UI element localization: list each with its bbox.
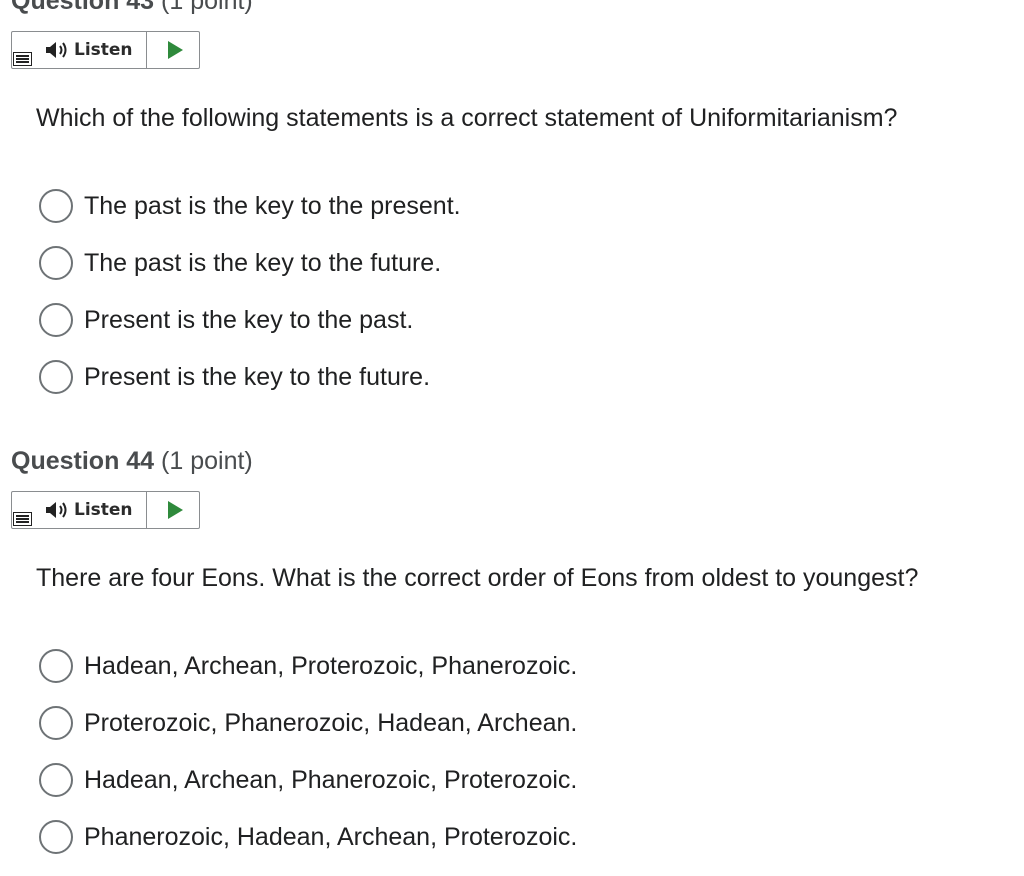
radio-button[interactable] (39, 763, 73, 797)
answer-option[interactable]: Present is the key to the past. (39, 302, 739, 359)
play-button[interactable] (146, 492, 200, 528)
radio-button[interactable] (39, 189, 73, 223)
answer-options: The past is the key to the present. The … (39, 188, 739, 416)
answer-option[interactable]: Proterozoic, Phanerozoic, Hadean, Archea… (39, 705, 739, 762)
question-number: Question 44 (11, 447, 155, 475)
answer-option-label[interactable]: The past is the key to the present. (84, 188, 461, 224)
listen-label: Listen (74, 500, 133, 520)
radio-button[interactable] (39, 360, 73, 394)
document-icon[interactable] (13, 52, 32, 66)
answer-option-label[interactable]: Present is the key to the past. (84, 302, 413, 338)
question-points: (1 point) (161, 0, 253, 15)
answer-option-label[interactable]: Hadean, Archean, Phanerozoic, Proterozoi… (84, 762, 577, 798)
question-text: Which of the following statements is a c… (36, 104, 898, 132)
answer-options: Hadean, Archean, Proterozoic, Phanerozoi… (39, 648, 739, 876)
answer-option-label[interactable]: Hadean, Archean, Proterozoic, Phanerozoi… (84, 648, 577, 684)
radio-button[interactable] (39, 246, 73, 280)
speaker-icon (46, 502, 67, 518)
answer-option[interactable]: Hadean, Archean, Phanerozoic, Proterozoi… (39, 762, 739, 819)
document-icon[interactable] (13, 512, 32, 526)
radio-button[interactable] (39, 303, 73, 337)
listen-button[interactable]: Listen (42, 492, 146, 528)
answer-option[interactable]: Present is the key to the future. (39, 359, 739, 416)
radio-button[interactable] (39, 706, 73, 740)
play-button[interactable] (146, 32, 200, 68)
answer-option[interactable]: Phanerozoic, Hadean, Archean, Proterozoi… (39, 819, 739, 876)
question-heading: Question 44 (1 point) (11, 443, 253, 479)
answer-option[interactable]: The past is the key to the future. (39, 245, 739, 302)
radio-button[interactable] (39, 649, 73, 683)
question-heading: Question 43 (1 point) (11, 0, 253, 19)
listen-button[interactable]: Listen (42, 32, 146, 68)
listen-label: Listen (74, 40, 133, 60)
answer-option-label[interactable]: Proterozoic, Phanerozoic, Hadean, Archea… (84, 705, 577, 741)
listen-widget: Listen (11, 31, 200, 69)
question-text: There are four Eons. What is the correct… (36, 564, 919, 592)
play-icon (168, 41, 183, 59)
answer-option[interactable]: Hadean, Archean, Proterozoic, Phanerozoi… (39, 648, 739, 705)
answer-option-label[interactable]: Phanerozoic, Hadean, Archean, Proterozoi… (84, 819, 577, 855)
listen-widget: Listen (11, 491, 200, 529)
question-number: Question 43 (11, 0, 155, 15)
question-points: (1 point) (161, 447, 253, 475)
play-icon (168, 501, 183, 519)
answer-option-label[interactable]: Present is the key to the future. (84, 359, 430, 395)
answer-option-label[interactable]: The past is the key to the future. (84, 245, 441, 281)
speaker-icon (46, 42, 67, 58)
answer-option[interactable]: The past is the key to the present. (39, 188, 739, 245)
radio-button[interactable] (39, 820, 73, 854)
